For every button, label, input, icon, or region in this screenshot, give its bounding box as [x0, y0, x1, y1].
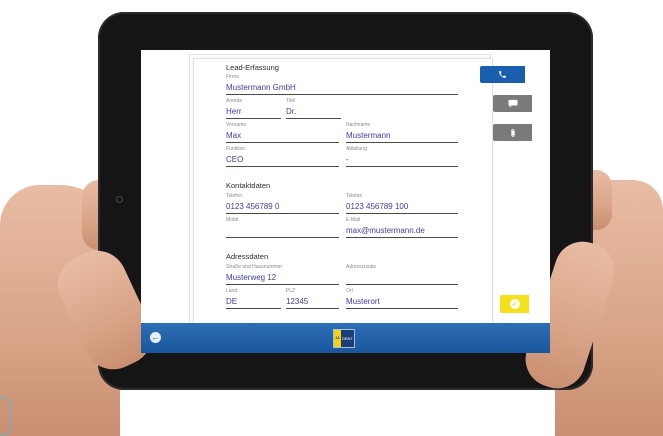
- adresse-title: Adressdaten: [226, 252, 269, 261]
- funktion-underline: [226, 166, 339, 167]
- vorname-label: Vorname: [226, 122, 247, 128]
- logo-text: DENT: [342, 336, 353, 341]
- email-underline: [346, 237, 458, 238]
- form-title: Lead-Erfassung: [226, 63, 279, 72]
- ort-underline: [346, 308, 458, 309]
- tablet-screen: Lead-Erfassung Firma Mustermann GmbH Anr…: [141, 50, 550, 353]
- mobil-label: Mobil: [226, 217, 238, 223]
- vorname-underline: [226, 142, 339, 143]
- strasse-underline: [226, 284, 339, 285]
- telefax-label: Telefax: [346, 193, 362, 199]
- sleeve-outline: [0, 396, 12, 436]
- attachment-button[interactable]: [493, 124, 532, 141]
- titel-label: Titel: [286, 98, 296, 104]
- confirm-button[interactable]: ✓: [500, 295, 529, 313]
- abteilung-underline: [346, 166, 458, 167]
- telefon-field[interactable]: 0123 456789 0: [226, 202, 279, 211]
- zusatz-underline: [346, 284, 458, 285]
- abteilung-field[interactable]: -: [346, 155, 349, 164]
- app-logo: JA DENT: [333, 329, 355, 348]
- anrede-label: Anrede: [226, 98, 243, 104]
- telefax-underline: [346, 213, 458, 214]
- ort-label: Ort: [346, 288, 353, 294]
- abteilung-label: Abteilung: [346, 146, 367, 152]
- camera-dot: [116, 196, 123, 203]
- funktion-label: Funktion: [226, 146, 246, 152]
- telefon-underline: [226, 213, 339, 214]
- land-underline: [226, 308, 281, 309]
- chat-bubble-icon: [508, 99, 517, 108]
- email-label: E-Mail: [346, 217, 361, 223]
- vorname-field[interactable]: Max: [226, 131, 241, 140]
- paperclip-icon: [510, 128, 515, 137]
- strasse-label: Straße und Hausnummer: [226, 264, 283, 270]
- kontakt-title: Kontaktdaten: [226, 181, 271, 190]
- anrede-field[interactable]: Herr: [226, 107, 242, 116]
- funktion-field[interactable]: CEO: [226, 155, 243, 164]
- nachname-field[interactable]: Mustermann: [346, 131, 390, 140]
- strasse-field[interactable]: Musterweg 12: [226, 273, 276, 282]
- land-field[interactable]: DE: [226, 297, 237, 306]
- plz-field[interactable]: 12345: [286, 297, 308, 306]
- titel-underline: [286, 118, 341, 119]
- ort-field[interactable]: Musterort: [346, 297, 380, 306]
- checkmark-icon: ✓: [509, 299, 520, 309]
- back-arrow-icon[interactable]: ←: [150, 332, 161, 343]
- nachname-underline: [346, 142, 458, 143]
- nachname-label: Nachname: [346, 122, 371, 128]
- plz-label: PLZ: [286, 288, 296, 294]
- call-button[interactable]: [480, 66, 525, 83]
- mobil-underline: [226, 237, 339, 238]
- titel-field[interactable]: Dr.: [286, 107, 296, 116]
- firma-underline: [226, 94, 458, 95]
- anrede-underline: [226, 118, 281, 119]
- phone-icon: [499, 71, 506, 78]
- zusatz-label: Adresszusatz: [346, 264, 377, 270]
- telefax-field[interactable]: 0123 456789 100: [346, 202, 408, 211]
- message-button[interactable]: [493, 95, 532, 112]
- firma-field[interactable]: Mustermann GmbH: [226, 83, 296, 92]
- firma-label: Firma: [226, 74, 239, 80]
- plz-underline: [286, 308, 339, 309]
- telefon-label: Telefon: [226, 193, 243, 199]
- logo-badge: JA: [334, 330, 341, 347]
- bottom-toolbar: ← JA DENT: [141, 323, 550, 353]
- email-field[interactable]: max@mustermann.de: [346, 226, 425, 235]
- land-label: Land: [226, 288, 238, 294]
